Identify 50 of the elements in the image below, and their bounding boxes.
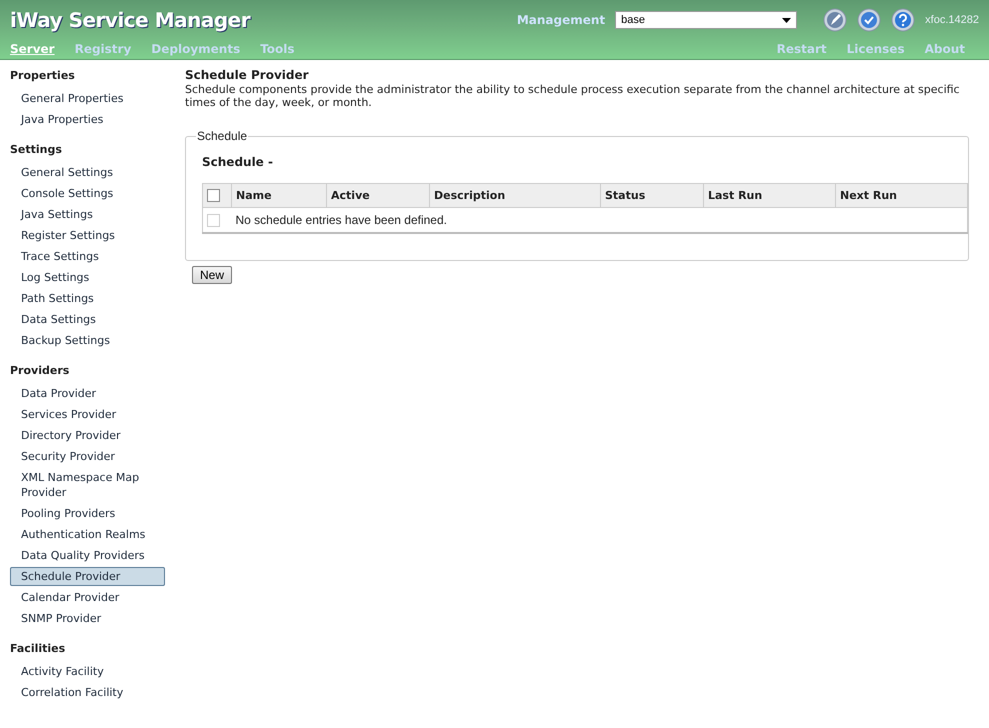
management-label: Management [516,13,606,27]
column-header: Next Run [836,184,968,208]
sidebar-item[interactable]: Java Properties [10,110,165,129]
sidebar-item[interactable]: General Settings [10,163,165,182]
column-header: Active [326,184,430,208]
sidebar-heading: Providers [10,364,70,379]
sidebar-item[interactable]: Security Provider [10,447,165,466]
sidebar-item[interactable]: Schedule Provider [10,567,165,586]
sidebar-item[interactable]: Authentication Realms [10,525,165,544]
sidebar-item[interactable]: Directory Provider [10,426,165,445]
sidebar-item[interactable]: Register Settings [10,226,165,245]
sidebar-item[interactable]: Data Provider [10,384,165,403]
help-icon[interactable] [891,8,916,32]
panel-legend: Schedule [196,129,248,143]
new-button[interactable]: New [192,266,232,284]
column-header: Status [600,184,704,208]
row-checkbox[interactable] [207,214,220,228]
checkmark-icon[interactable] [857,8,882,32]
caret-icon [782,18,792,22]
sidebar-item[interactable]: Activity Facility [10,662,165,681]
sidebar-item[interactable]: Data Quality Providers [10,546,165,565]
sidebar-item[interactable]: Data Settings [10,310,165,329]
sidebar-item[interactable]: Services Provider [10,405,165,424]
empty-message: No schedule entries have been defined. [232,208,968,234]
sidebar-item[interactable]: Path Settings [10,289,165,308]
page-description: Schedule components provide the administrator the ability to schedule process execution separate from the channel architecture at specific times of the day, week, or month. [185,83,961,109]
sidebar-item[interactable]: Correlation Facility [10,683,165,702]
sidebar-heading: Properties [10,69,76,84]
column-header: Description [430,184,600,208]
schedule-subtitle: Schedule - [202,155,274,169]
sidebar-heading: Facilities [10,642,66,657]
sidebar-item[interactable]: XML Namespace Map Provider [10,468,165,502]
management-select[interactable]: base [615,11,798,29]
sidebar-item[interactable]: Trace Settings [10,247,165,266]
user-name: xfoc.14282 [925,14,979,26]
select-all-checkbox[interactable] [207,189,220,202]
app-title: iWay Service Manager [10,8,250,32]
sidebar-item[interactable]: Pooling Providers [10,504,165,523]
sidebar-item[interactable]: SNMP Provider [10,609,165,628]
sidebar-item[interactable]: Backup Settings [10,331,165,350]
sidebar-item[interactable]: Log Settings [10,268,165,287]
sidebar-item[interactable]: Calendar Provider [10,588,165,607]
sidebar-item[interactable]: General Properties [10,89,165,108]
sidebar-item[interactable]: Java Settings [10,205,165,224]
page-title: Schedule Provider [185,68,310,82]
column-header: Last Run [704,184,836,208]
sidebar-item[interactable]: Console Settings [10,184,165,203]
column-header: Name [232,184,326,208]
sidebar-heading: Settings [10,143,63,158]
pen-icon[interactable] [823,8,848,32]
